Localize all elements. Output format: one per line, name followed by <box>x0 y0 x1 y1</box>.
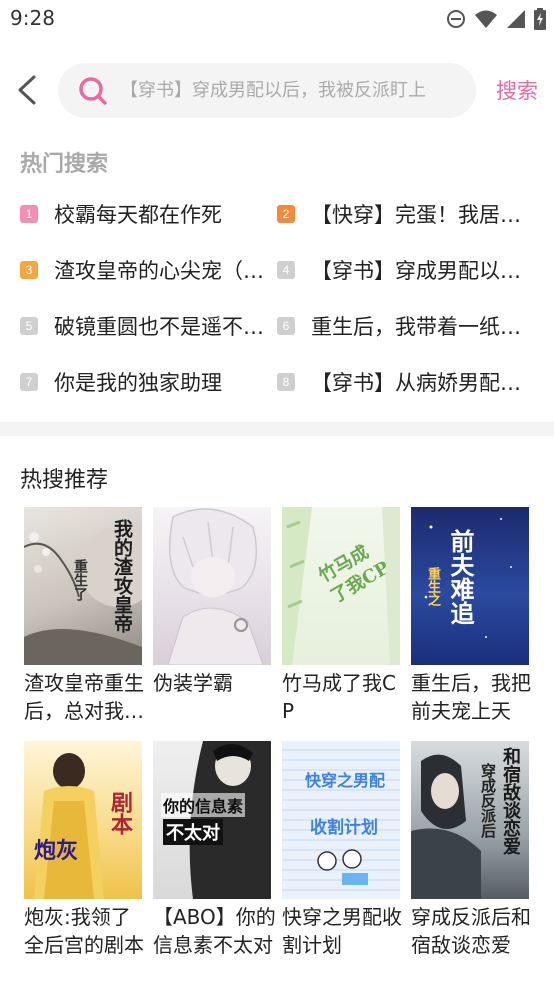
cover-subtitle: 不太对 <box>163 819 223 845</box>
recommend-title: 热搜推荐 <box>20 468 109 493</box>
search-box[interactable] <box>58 63 476 118</box>
hot-search-text: 重生后，我带着一纸婚书 <box>311 315 539 339</box>
hot-search-text: 【穿书】从病娇男配手里逃生 <box>311 371 539 395</box>
search-header: 搜索 <box>0 60 554 120</box>
section-divider <box>0 422 554 436</box>
hot-rank-badge: 8 <box>277 373 295 391</box>
search-icon <box>79 77 107 105</box>
cover-title: 我的渣攻皇帝 <box>111 519 133 633</box>
wifi-icon <box>475 10 497 28</box>
hot-search-text: 【穿书】穿成男配以后，我被反派盯上 <box>311 259 539 283</box>
book-card[interactable]: 炮灰 剧本 炮灰:我领了全后宫的剧本 <box>24 741 146 959</box>
book-title: 快穿之男配收割计划 <box>282 905 402 957</box>
book-cover: 和宿敌谈恋爱 穿成反派后 <box>411 741 529 899</box>
back-button[interactable] <box>12 72 44 108</box>
book-title: 渣攻皇帝重生后，总对我动心 <box>24 671 144 723</box>
book-title: 穿成反派后和宿敌谈恋爱 <box>411 905 531 957</box>
hot-search-item[interactable]: 1 校霸每天都在作死 <box>20 194 278 234</box>
hot-search-text: 校霸每天都在作死 <box>54 203 222 227</box>
book-cover: 炮灰 剧本 <box>24 741 142 899</box>
hot-rank-badge: 1 <box>20 205 38 223</box>
cover-subtitle: 重生之 <box>425 567 440 606</box>
hot-rank-badge: 4 <box>277 261 295 279</box>
hot-search-text: 渣攻皇帝的心尖宠（重生） <box>54 259 278 283</box>
book-card[interactable]: 和宿敌谈恋爱 穿成反派后 穿成反派后和宿敌谈恋爱 <box>411 741 533 959</box>
hot-search-title: 热门搜索 <box>20 152 109 177</box>
book-cover: 前夫难追 重生之 <box>411 507 529 665</box>
hot-rank-badge: 5 <box>20 317 38 335</box>
book-card[interactable]: 快穿之男配 收割计划 快穿之男配收割计划 <box>282 741 404 959</box>
hot-search-text: 你是我的独家助理 <box>54 371 222 395</box>
hot-search-item[interactable]: 7 你是我的独家助理 <box>20 362 278 402</box>
hot-rank-badge: 2 <box>277 205 295 223</box>
status-bar: 9:28 <box>0 0 554 38</box>
hot-search-item[interactable]: 8 【穿书】从病娇男配手里逃生 <box>277 362 545 402</box>
cell-signal-icon <box>507 10 525 28</box>
cover-subtitle: 穿成反派后 <box>479 763 497 838</box>
hot-search-text: 破镜重圆也不是遥不可及 <box>54 315 278 339</box>
chevron-left-icon <box>18 75 36 105</box>
cover-title: 炮灰 <box>34 838 79 864</box>
book-title: 【ABO】你的信息素不太对 <box>153 905 276 957</box>
book-cover: 你的信息素 不太对 <box>153 741 271 899</box>
hot-rank-badge: 6 <box>277 317 295 335</box>
battery-icon <box>534 8 546 30</box>
status-icons <box>446 7 546 31</box>
cover-title: 你的信息素 <box>161 793 246 817</box>
book-cover: 竹马成了我CP <box>282 507 400 665</box>
book-cover: 快穿之男配 收割计划 <box>282 741 400 899</box>
book-card[interactable]: 竹马成了我CP 竹马成了我CP <box>282 507 404 725</box>
search-input[interactable] <box>120 63 460 118</box>
book-card[interactable]: 我的渣攻皇帝 重生了 渣攻皇帝重生后，总对我动心 <box>24 507 146 725</box>
cover-subtitle: 剧本 <box>107 791 133 835</box>
status-time: 9:28 <box>10 6 55 30</box>
book-title: 重生后，我把前夫宠上天 <box>411 671 531 723</box>
book-title: 炮灰:我领了全后宫的剧本 <box>24 905 144 957</box>
book-cover <box>153 507 271 665</box>
cover-subtitle: 重生了 <box>72 559 88 601</box>
hot-search-item[interactable]: 3 渣攻皇帝的心尖宠（重生） <box>20 250 278 290</box>
book-card[interactable]: 伪装学霸 <box>153 507 275 697</box>
book-title: 竹马成了我CP <box>282 671 396 723</box>
cover-title: 前夫难追 <box>446 529 475 625</box>
cover-title: 和宿敌谈恋爱 <box>500 747 521 855</box>
hot-search-item[interactable]: 6 重生后，我带着一纸婚书 <box>277 306 545 346</box>
hot-search-item[interactable]: 2 【快穿】完蛋！我居然被盯上了 <box>277 194 545 234</box>
search-submit-button[interactable]: 搜索 <box>496 75 538 105</box>
do-not-disturb-icon <box>447 10 465 28</box>
hot-rank-badge: 7 <box>20 373 38 391</box>
hot-rank-badge: 3 <box>20 261 38 279</box>
book-card[interactable]: 你的信息素 不太对 【ABO】你的信息素不太对 <box>153 741 276 959</box>
hot-search-item[interactable]: 5 破镜重圆也不是遥不可及 <box>20 306 278 346</box>
hot-search-text: 【快穿】完蛋！我居然被盯上了 <box>311 203 539 227</box>
book-card[interactable]: 前夫难追 重生之 重生后，我把前夫宠上天 <box>411 507 533 725</box>
book-cover: 我的渣攻皇帝 重生了 <box>24 507 142 665</box>
book-title: 伪装学霸 <box>153 671 233 695</box>
hot-search-item[interactable]: 4 【穿书】穿成男配以后，我被反派盯上 <box>277 250 545 290</box>
